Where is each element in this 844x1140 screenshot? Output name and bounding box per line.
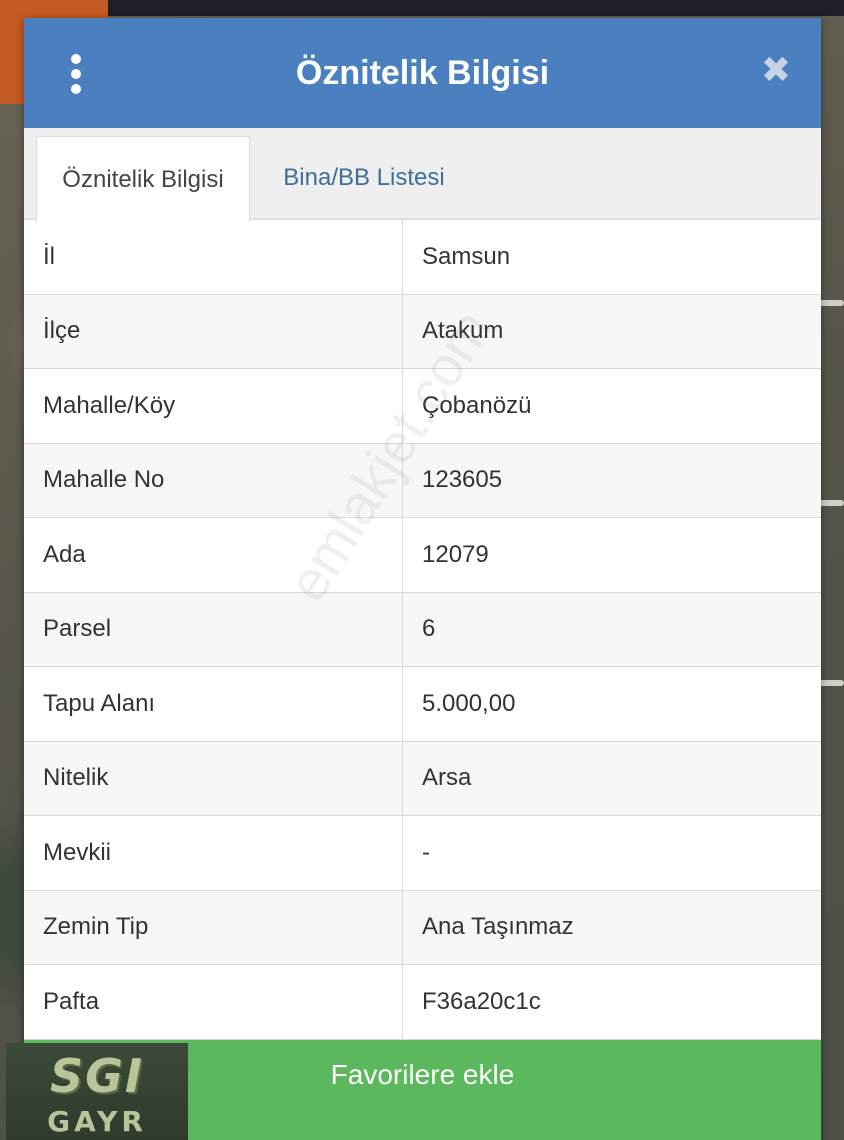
map-road: [818, 500, 844, 506]
attribute-key: İl: [24, 220, 403, 294]
dialog-header: Öznitelik Bilgisi ✖: [24, 18, 821, 128]
attribute-value: Arsa: [422, 764, 472, 792]
attribute-value: 5.000,00: [422, 689, 516, 717]
attribute-value: Ana Taşınmaz: [422, 913, 574, 941]
attribute-value: Samsun: [422, 242, 511, 270]
table-row: Nitelik Arsa: [24, 741, 821, 816]
close-icon[interactable]: ✖: [759, 53, 793, 89]
attribute-key: Mevkii: [24, 816, 403, 890]
vertical-dots-icon[interactable]: [66, 54, 86, 94]
attribute-key: İlçe: [24, 294, 403, 368]
logo: SGI GAYR: [6, 1043, 188, 1140]
table-row: Pafta F36a20c1c: [24, 965, 821, 1040]
map-road: [818, 300, 844, 306]
attribute-value: 123605: [422, 466, 503, 494]
table-row: Parsel 6: [24, 592, 821, 667]
top-status-strip: [0, 0, 844, 16]
logo-mark: SGI: [49, 1049, 144, 1103]
tab-bar: Öznitelik Bilgisi Bina/BB Listesi: [24, 128, 821, 222]
attribute-key: Mahalle No: [24, 443, 403, 517]
table-row: Mahalle/Köy Çobanözü: [24, 369, 821, 444]
table-row: Mevkii -: [24, 816, 821, 891]
map-road: [818, 680, 844, 686]
attribute-value: 12079: [422, 540, 489, 568]
attribute-key: Zemin Tip: [24, 890, 403, 964]
logo-sub: GAYR: [47, 1105, 147, 1138]
attribute-value: -: [422, 838, 430, 866]
attribute-key: Mahalle/Köy: [24, 369, 403, 443]
attribute-key: Nitelik: [24, 741, 403, 815]
attribute-key: Tapu Alanı: [24, 667, 403, 741]
table-row: Ada 12079: [24, 518, 821, 593]
attribute-value: 6: [422, 615, 436, 643]
table-row: Tapu Alanı 5.000,00: [24, 667, 821, 742]
attribute-value: Çobanözü: [422, 391, 532, 419]
dialog-title: Öznitelik Bilgisi: [295, 53, 550, 92]
attribute-key: Ada: [24, 518, 403, 592]
attribute-key: Parsel: [24, 592, 403, 666]
attribute-table: İl Samsun İlçe Atakum Mahalle/Köy Çobanözü Mah…: [24, 220, 821, 1040]
attribute-value: Atakum: [422, 317, 504, 345]
tab-attribute-info[interactable]: Öznitelik Bilgisi: [36, 136, 250, 222]
attribute-value: F36a20c1c: [422, 987, 541, 1015]
attribute-dialog: Öznitelik Bilgisi ✖ Öznitelik Bilgisi Bi…: [24, 18, 821, 1140]
attribute-key: Pafta: [24, 965, 403, 1039]
tab-building-list[interactable]: Bina/BB Listesi: [264, 136, 464, 220]
table-row: İl Samsun: [24, 220, 821, 295]
table-row: İlçe Atakum: [24, 294, 821, 369]
table-row: Zemin Tip Ana Taşınmaz: [24, 890, 821, 965]
table-row: Mahalle No 123605: [24, 443, 821, 518]
